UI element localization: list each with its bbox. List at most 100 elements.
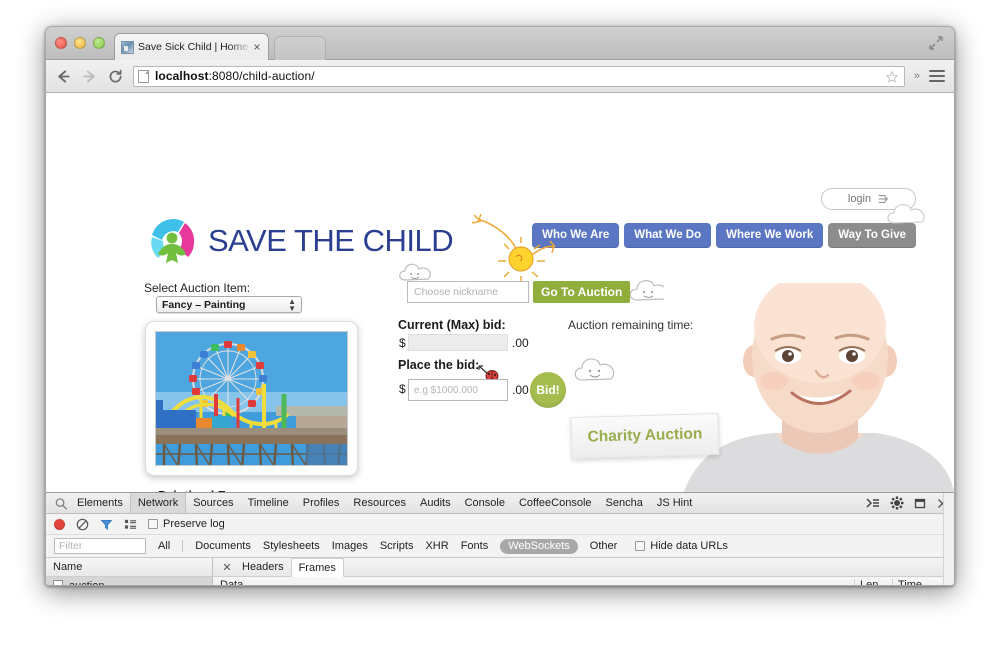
current-bid-label: Current (Max) bid: [398,318,506,332]
close-window-button[interactable] [55,37,67,49]
place-bid-label: Place the bid: [398,358,479,372]
nav-what-we-do[interactable]: What We Do [624,223,711,248]
filter-other[interactable]: Other [590,540,618,552]
hide-data-urls-label: Hide data URLs [650,540,728,552]
devtools-tab-timeline[interactable]: Timeline [241,493,296,513]
search-icon[interactable] [52,497,70,510]
detail-tabbar: ✕ Headers Frames [213,558,954,577]
checkbox-icon[interactable] [148,519,158,529]
devtools-tabbar-actions [866,493,948,513]
filter-placeholder: Filter [59,540,82,552]
devtools-tab-sources[interactable]: Sources [186,493,240,513]
devtools-tab-coffeeconsole[interactable]: CoffeeConsole [512,493,599,513]
frames-table-header: Data Len… Time [213,577,954,586]
nav-where-we-work[interactable]: Where We Work [716,223,823,248]
address-bar[interactable]: localhost:8080/child-auction/ [133,66,905,87]
child-photo [664,283,954,492]
current-bid-value [408,334,508,351]
filter-scripts[interactable]: Scripts [380,540,414,552]
nickname-placeholder: Choose nickname [414,286,498,298]
filter-xhr[interactable]: XHR [425,540,448,552]
auction-remaining-time-label: Auction remaining time: [568,318,693,332]
devtools-tab-sencha[interactable]: Sencha [599,493,650,513]
zoom-window-button[interactable] [93,37,105,49]
child-portrait-illustration [664,283,954,492]
bookmark-star-icon[interactable] [885,70,899,84]
place-bid-input[interactable]: e.g $1000.000 [408,379,508,401]
browser-menu-icon[interactable] [929,68,945,84]
site-logo[interactable]: SAVE THE CHILD [144,213,453,269]
filter-documents[interactable]: Documents [182,540,251,552]
place-bid-cents: .00 [512,383,529,397]
filter-icon[interactable] [100,518,113,531]
login-button[interactable]: login [821,188,916,210]
gear-icon[interactable] [890,496,904,510]
console-drawer-icon[interactable] [866,497,880,509]
close-tab-icon[interactable]: × [252,40,262,54]
devtools-tab-audits[interactable]: Audits [413,493,458,513]
browser-tab-active[interactable]: Save Sick Child | Home Page × [114,33,269,60]
hide-data-urls-checkbox[interactable]: Hide data URLs [635,540,728,552]
filter-images[interactable]: Images [332,540,368,552]
toolbar-overflow-icon[interactable]: » [914,70,920,82]
clear-icon[interactable] [76,518,89,531]
filter-input[interactable]: Filter [54,538,146,554]
bid-button[interactable]: Bid! [530,372,566,408]
checkbox-icon[interactable] [635,541,645,551]
filter-websockets[interactable]: WebSockets [500,539,578,554]
ferris-wheel-photo [156,332,348,466]
network-toolbar: Preserve log [46,514,954,535]
preserve-log-label: Preserve log [163,518,225,530]
charity-auction-banner: Charity Auction [570,413,719,459]
save-the-child-logo-icon [144,213,200,269]
record-icon[interactable] [54,519,65,530]
minimize-window-button[interactable] [74,37,86,49]
frames-col-length[interactable]: Len… [854,579,892,586]
devtools-tab-profiles[interactable]: Profiles [296,493,347,513]
dock-position-icon[interactable] [914,497,927,510]
devtools-tab-network[interactable]: Network [130,493,186,513]
detail-tab-frames[interactable]: Frames [291,558,344,577]
preserve-log-checkbox[interactable]: Preserve log [148,518,225,530]
devtools-tabbar: Elements Network Sources Timeline Profil… [46,493,954,514]
cloud-doodle-icon [571,351,621,389]
network-body: Name auction 1 / 33 requests | 297 B / 1… [46,558,954,586]
large-rows-icon[interactable] [124,518,137,531]
page-viewport: login SAVE THE CHILD Who We Are What We … [46,93,954,492]
devtools-tab-jshint[interactable]: JS Hint [650,493,699,513]
reload-icon[interactable] [107,68,124,85]
filter-fonts[interactable]: Fonts [461,540,489,552]
chevron-updown-icon: ▲▼ [288,298,296,312]
maximize-window-icon[interactable] [928,35,944,51]
name-column-header[interactable]: Name [46,558,212,577]
url-host: localhost [155,69,209,83]
back-icon[interactable] [55,68,72,85]
close-detail-icon[interactable]: ✕ [219,561,235,574]
forward-icon[interactable] [81,68,98,85]
brand-wordmark: SAVE THE CHILD [208,223,453,259]
main-navigation: Who We Are What We Do Where We Work Way … [532,223,916,248]
request-detail-pane: ✕ Headers Frames Data Len… Time {"type":… [213,558,954,586]
request-row-auction[interactable]: auction [46,577,212,586]
new-tab-button[interactable] [274,36,326,60]
nickname-input[interactable]: Choose nickname [407,281,529,303]
nav-who-we-are[interactable]: Who We Are [532,223,619,248]
current-bid-cents: .00 [512,336,529,350]
filter-all[interactable]: All [158,540,170,552]
nav-way-to-give[interactable]: Way To Give [828,223,916,248]
auction-item-select[interactable]: Fancy – Painting ▲▼ [156,296,302,313]
auction-item-card[interactable] [145,321,358,476]
frames-col-data[interactable]: Data [213,579,854,586]
devtools-scrollbar[interactable] [943,493,954,586]
websocket-file-icon [53,580,63,586]
place-bid-currency: $ [399,382,406,396]
devtools-tab-resources[interactable]: Resources [346,493,413,513]
filter-stylesheets[interactable]: Stylesheets [263,540,320,552]
browser-tabstrip: Save Sick Child | Home Page × [46,27,954,60]
devtools-panel: Elements Network Sources Timeline Profil… [46,492,954,586]
devtools-tab-elements[interactable]: Elements [70,493,130,513]
devtools-tab-console[interactable]: Console [458,493,512,513]
window-controls [55,37,105,49]
go-to-auction-button[interactable]: Go To Auction [533,281,630,303]
detail-tab-headers[interactable]: Headers [235,558,291,576]
